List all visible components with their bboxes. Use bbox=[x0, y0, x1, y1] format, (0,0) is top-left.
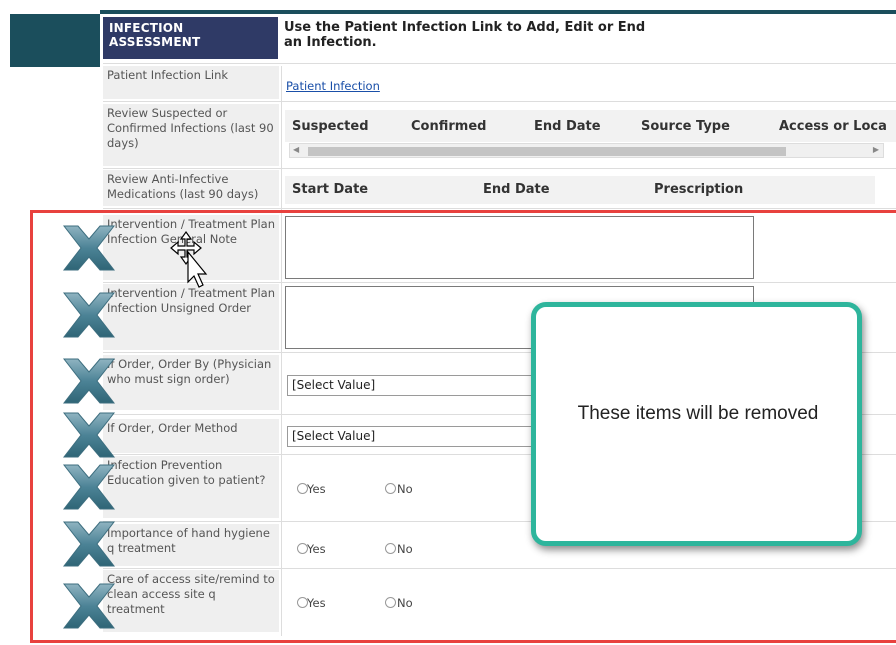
column-prescription: Prescription bbox=[654, 182, 744, 197]
x-mark-icon bbox=[58, 409, 120, 461]
label-patient-infection-link: Patient Infection Link bbox=[103, 66, 279, 99]
scroll-right-icon[interactable]: ▶ bbox=[873, 145, 879, 154]
infections-table-header: Suspected Confirmed End Date Source Type… bbox=[285, 110, 896, 142]
scroll-left-icon[interactable]: ◀ bbox=[293, 145, 299, 154]
patient-infection-link[interactable]: Patient Infection bbox=[286, 79, 380, 93]
x-mark-icon bbox=[58, 355, 120, 407]
callout-text: These items will be removed bbox=[577, 403, 819, 424]
x-mark-icon bbox=[58, 222, 120, 274]
x-mark-icon bbox=[58, 518, 120, 570]
x-mark-icon bbox=[58, 461, 120, 513]
label-review-infections: Review Suspected or Confirmed Infections… bbox=[103, 104, 279, 166]
column-end-date: End Date bbox=[483, 182, 550, 197]
row-divider bbox=[103, 208, 896, 209]
section-instruction: Use the Patient Infection Link to Add, E… bbox=[284, 20, 646, 50]
column-source-type: Source Type bbox=[641, 119, 730, 134]
move-cursor-icon bbox=[170, 230, 208, 288]
anti-infective-table-header: Start Date End Date Prescription bbox=[285, 176, 875, 204]
column-suspected: Suspected bbox=[292, 119, 369, 134]
column-end-date: End Date bbox=[534, 119, 601, 134]
section-title: INFECTION ASSESSMENT bbox=[103, 17, 278, 59]
top-border bbox=[100, 10, 896, 14]
x-mark-icon bbox=[58, 289, 120, 341]
row-divider bbox=[103, 168, 896, 169]
x-mark-icon bbox=[58, 580, 120, 632]
column-start-date: Start Date bbox=[292, 182, 369, 197]
column-confirmed: Confirmed bbox=[411, 119, 487, 134]
scrollbar-thumb[interactable] bbox=[308, 147, 786, 156]
section-tab-bar bbox=[10, 14, 100, 67]
label-review-anti-infective: Review Anti-Infective Medications (last … bbox=[103, 170, 279, 206]
column-access-or-location: Access or Loca bbox=[779, 119, 887, 134]
row-divider bbox=[103, 63, 896, 64]
row-divider bbox=[103, 101, 896, 102]
infections-horizontal-scrollbar[interactable]: ◀ ▶ bbox=[289, 143, 884, 158]
